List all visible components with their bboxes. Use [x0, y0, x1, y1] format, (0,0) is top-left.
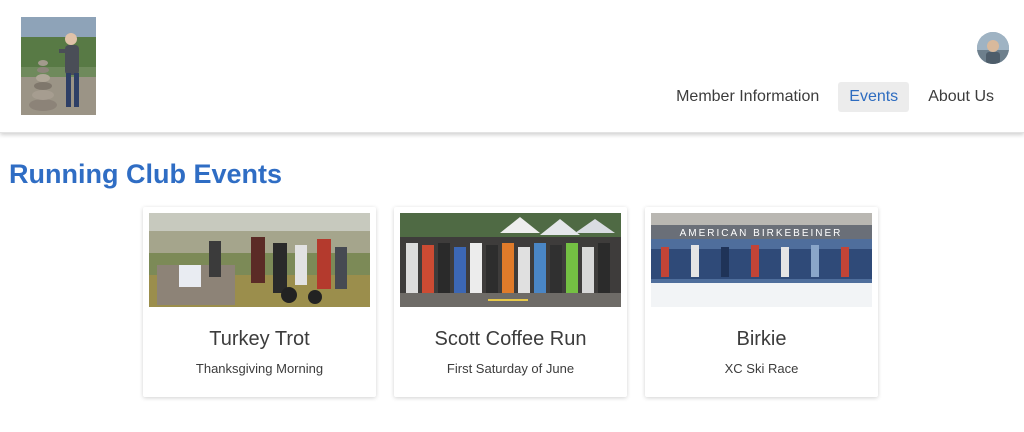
event-photo-scott-coffee-run: [400, 213, 621, 307]
event-card-turkey-trot[interactable]: Turkey Trot Thanksgiving Morning: [143, 207, 376, 397]
event-subtitle: XC Ski Race: [724, 361, 799, 376]
event-cards: Turkey Trot Thanksgiving Morning Scott C…: [143, 207, 896, 397]
event-card-birkie[interactable]: AMERICAN BIRKEBEINER Birkie XC Ski Race: [645, 207, 878, 397]
nav-item-member-information[interactable]: Member Information: [665, 82, 830, 112]
birkebeiner-banner-text: AMERICAN BIRKEBEINER: [680, 228, 843, 239]
event-subtitle: First Saturday of June: [446, 361, 575, 376]
event-title: Scott Coffee Run: [434, 328, 587, 350]
main-nav: Member Information Events About Us: [657, 82, 1005, 112]
event-photo-turkey-trot: [149, 213, 370, 307]
site-header: Member Information Events About Us: [0, 0, 1024, 133]
nav-item-about-us[interactable]: About Us: [917, 82, 1005, 112]
user-avatar[interactable]: [977, 32, 1009, 64]
page-title: Running Club Events: [9, 159, 282, 189]
nav-item-events[interactable]: Events: [838, 82, 910, 112]
event-card-scott-coffee-run[interactable]: Scott Coffee Run First Saturday of June: [394, 207, 627, 397]
event-subtitle: Thanksgiving Morning: [195, 361, 324, 376]
club-logo[interactable]: [21, 17, 96, 115]
event-title: Turkey Trot: [209, 328, 310, 350]
event-title: Birkie: [736, 328, 787, 350]
event-photo-birkie: AMERICAN BIRKEBEINER: [651, 213, 872, 307]
